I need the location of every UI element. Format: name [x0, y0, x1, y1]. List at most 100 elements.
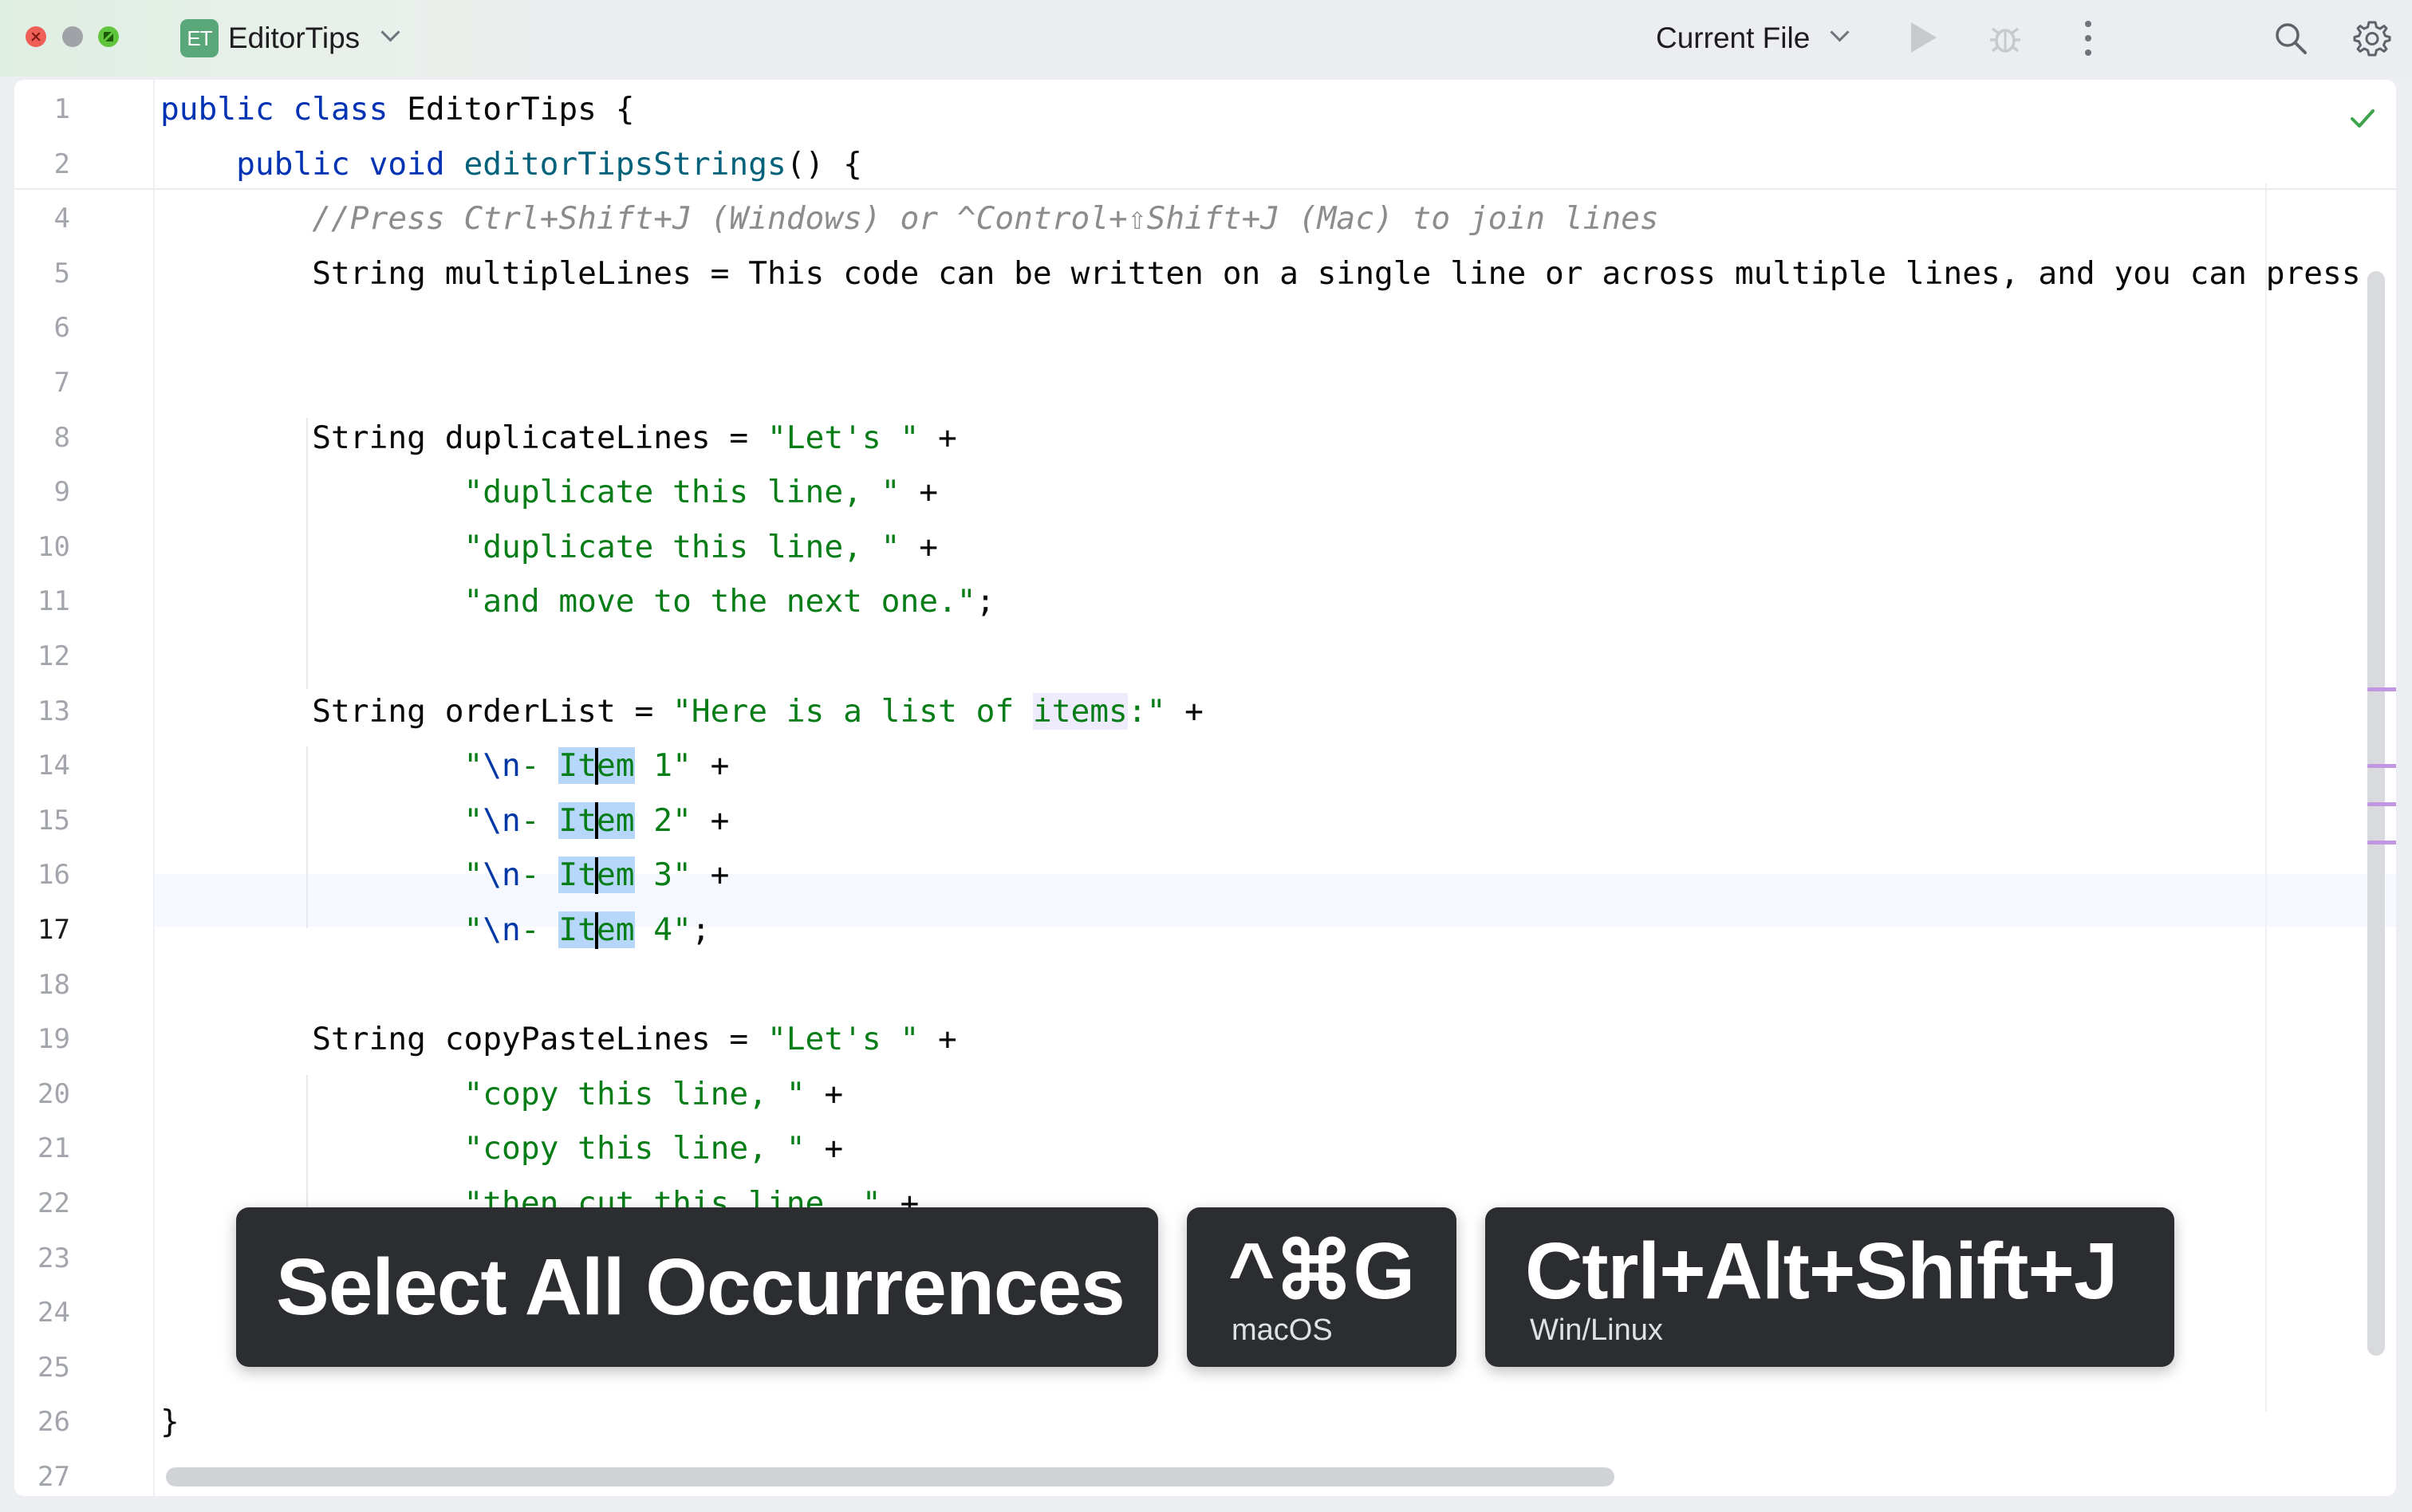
code-text[interactable]: //Press Ctrl+Shift+J (Windows) or ^Contr… — [160, 192, 1658, 245]
project-badge[interactable]: ET — [180, 19, 219, 57]
code-line[interactable]: 11 "and move to the next one."; — [14, 575, 2396, 628]
occurrence-marker[interactable] — [2367, 764, 2396, 768]
search-icon[interactable] — [2273, 21, 2308, 56]
code-line[interactable]: 13 String orderList = "Here is a list of… — [14, 685, 2396, 738]
more-options-icon[interactable] — [2085, 19, 2091, 57]
text-caret — [594, 912, 598, 949]
fullscreen-window-button[interactable] — [98, 26, 119, 47]
text-caret — [594, 856, 598, 894]
occurrence-marker[interactable] — [2367, 802, 2396, 806]
line-number: 19 — [37, 1023, 70, 1056]
code-line[interactable]: 16 "\n- Item 3" + — [14, 849, 2396, 901]
code-line[interactable]: 7 — [14, 356, 2396, 409]
mac-shortcut-keys: ^⌘G — [1228, 1227, 1415, 1316]
text-caret — [594, 747, 598, 785]
code-line[interactable]: 10 "duplicate this line, " + — [14, 521, 2396, 573]
line-number: 8 — [53, 421, 70, 454]
code-text[interactable]: "duplicate this line, " + — [160, 521, 939, 573]
code-text[interactable]: "\n- Item 4"; — [160, 904, 711, 956]
line-number: 22 — [37, 1187, 70, 1219]
title-bar: ET EditorTips Current File — [0, 0, 2412, 77]
selected-occurrence[interactable]: Item — [558, 856, 635, 894]
line-number: 25 — [37, 1351, 70, 1384]
code-line[interactable]: 1 public class EditorTips { — [14, 83, 2396, 136]
vertical-scrollbar[interactable] — [2367, 271, 2385, 1356]
line-number: 23 — [37, 1242, 70, 1274]
mac-platform-label: macOS — [1232, 1313, 1333, 1347]
action-name: Select All Occurrences — [276, 1242, 1125, 1332]
win-shortcut-keys: Ctrl+Alt+Shift+J — [1525, 1227, 2118, 1316]
code-line[interactable]: 21 "copy this line, " + — [14, 1122, 2396, 1175]
win-shortcut-popup: Ctrl+Alt+Shift+J Win/Linux — [1485, 1207, 2174, 1367]
line-number: 4 — [53, 203, 70, 235]
line-number: 15 — [37, 804, 70, 837]
line-number: 14 — [37, 750, 70, 782]
line-number: 26 — [37, 1406, 70, 1439]
line-number: 7 — [53, 367, 70, 399]
horizontal-scrollbar[interactable] — [166, 1467, 1614, 1486]
debug-icon[interactable] — [1988, 22, 2023, 54]
line-number: 20 — [37, 1077, 70, 1110]
minimize-window-button[interactable] — [62, 26, 83, 47]
line-number: 5 — [53, 257, 70, 289]
code-text[interactable]: } — [160, 1396, 179, 1448]
code-text[interactable]: "copy this line, " + — [160, 1068, 844, 1120]
shortcut-action-popup: Select All Occurrences — [236, 1207, 1158, 1367]
line-number: 6 — [53, 312, 70, 345]
code-line[interactable]: 2 public void editorTipsStrings() { — [14, 138, 2396, 191]
line-number: 17 — [37, 914, 70, 946]
chevron-down-icon[interactable] — [380, 22, 400, 42]
code-line[interactable]: 12 — [14, 630, 2396, 683]
occurrence-marker[interactable] — [2367, 687, 2396, 691]
code-line[interactable]: 8 String duplicateLines = "Let's " + — [14, 411, 2396, 464]
code-text[interactable]: String duplicateLines = "Let's " + — [160, 411, 957, 464]
code-line[interactable]: 15 "\n- Item 2" + — [14, 794, 2396, 847]
code-text[interactable]: public class EditorTips { — [160, 83, 635, 136]
selected-occurrence[interactable]: Item — [558, 801, 635, 840]
code-line[interactable]: 19 String copyPasteLines = "Let's " + — [14, 1013, 2396, 1065]
code-line[interactable]: 26} — [14, 1396, 2396, 1448]
code-line[interactable]: 17 "\n- Item 4"; — [14, 904, 2396, 956]
code-line[interactable]: 9 "duplicate this line, " + — [14, 466, 2396, 518]
code-text[interactable]: "duplicate this line, " + — [160, 466, 939, 518]
code-line[interactable]: 20 "copy this line, " + — [14, 1068, 2396, 1120]
run-icon[interactable] — [1911, 22, 1937, 53]
gear-icon[interactable] — [2353, 19, 2391, 57]
selected-occurrence[interactable]: Item — [558, 747, 635, 785]
line-number: 9 — [53, 476, 70, 509]
code-line[interactable]: 5 String multipleLines = This code can b… — [14, 247, 2396, 300]
code-text[interactable]: String copyPasteLines = "Let's " + — [160, 1013, 957, 1065]
line-number: 11 — [37, 585, 70, 618]
line-number: 2 — [53, 148, 70, 180]
line-number: 13 — [37, 695, 70, 727]
line-number: 27 — [37, 1461, 70, 1493]
text-caret — [594, 802, 598, 840]
run-configuration-selector[interactable]: Current File — [1656, 19, 1810, 57]
mac-shortcut-popup: ^⌘G macOS — [1187, 1207, 1456, 1367]
line-number: 10 — [37, 530, 70, 563]
code-text[interactable]: public void editorTipsStrings() { — [160, 138, 862, 191]
line-number: 18 — [37, 968, 70, 1001]
code-text[interactable]: String multipleLines = This code can be … — [160, 247, 2360, 300]
line-number: 16 — [37, 859, 70, 892]
close-window-button[interactable] — [26, 26, 46, 47]
code-line[interactable]: 18 — [14, 959, 2396, 1011]
line-number: 12 — [37, 640, 70, 672]
line-number: 1 — [53, 93, 70, 125]
selected-occurrence[interactable]: Item — [558, 912, 635, 949]
occurrence-marker[interactable] — [2367, 841, 2396, 845]
project-name[interactable]: EditorTips — [228, 19, 360, 57]
code-text[interactable]: "copy this line, " + — [160, 1122, 844, 1175]
code-text[interactable]: String orderList = "Here is a list of it… — [160, 685, 1204, 738]
code-text[interactable]: "\n- Item 3" + — [160, 849, 729, 901]
chevron-down-icon[interactable] — [1830, 22, 1850, 42]
win-platform-label: Win/Linux — [1530, 1313, 1663, 1347]
code-text[interactable]: "\n- Item 2" + — [160, 794, 729, 847]
line-number: 24 — [37, 1297, 70, 1329]
code-text[interactable]: "and move to the next one."; — [160, 575, 995, 628]
code-line[interactable]: 4 //Press Ctrl+Shift+J (Windows) or ^Con… — [14, 192, 2396, 245]
code-line[interactable]: 14 "\n- Item 1" + — [14, 739, 2396, 792]
code-text[interactable]: "\n- Item 1" + — [160, 739, 729, 792]
line-number: 21 — [37, 1132, 70, 1165]
code-line[interactable]: 6 — [14, 301, 2396, 354]
